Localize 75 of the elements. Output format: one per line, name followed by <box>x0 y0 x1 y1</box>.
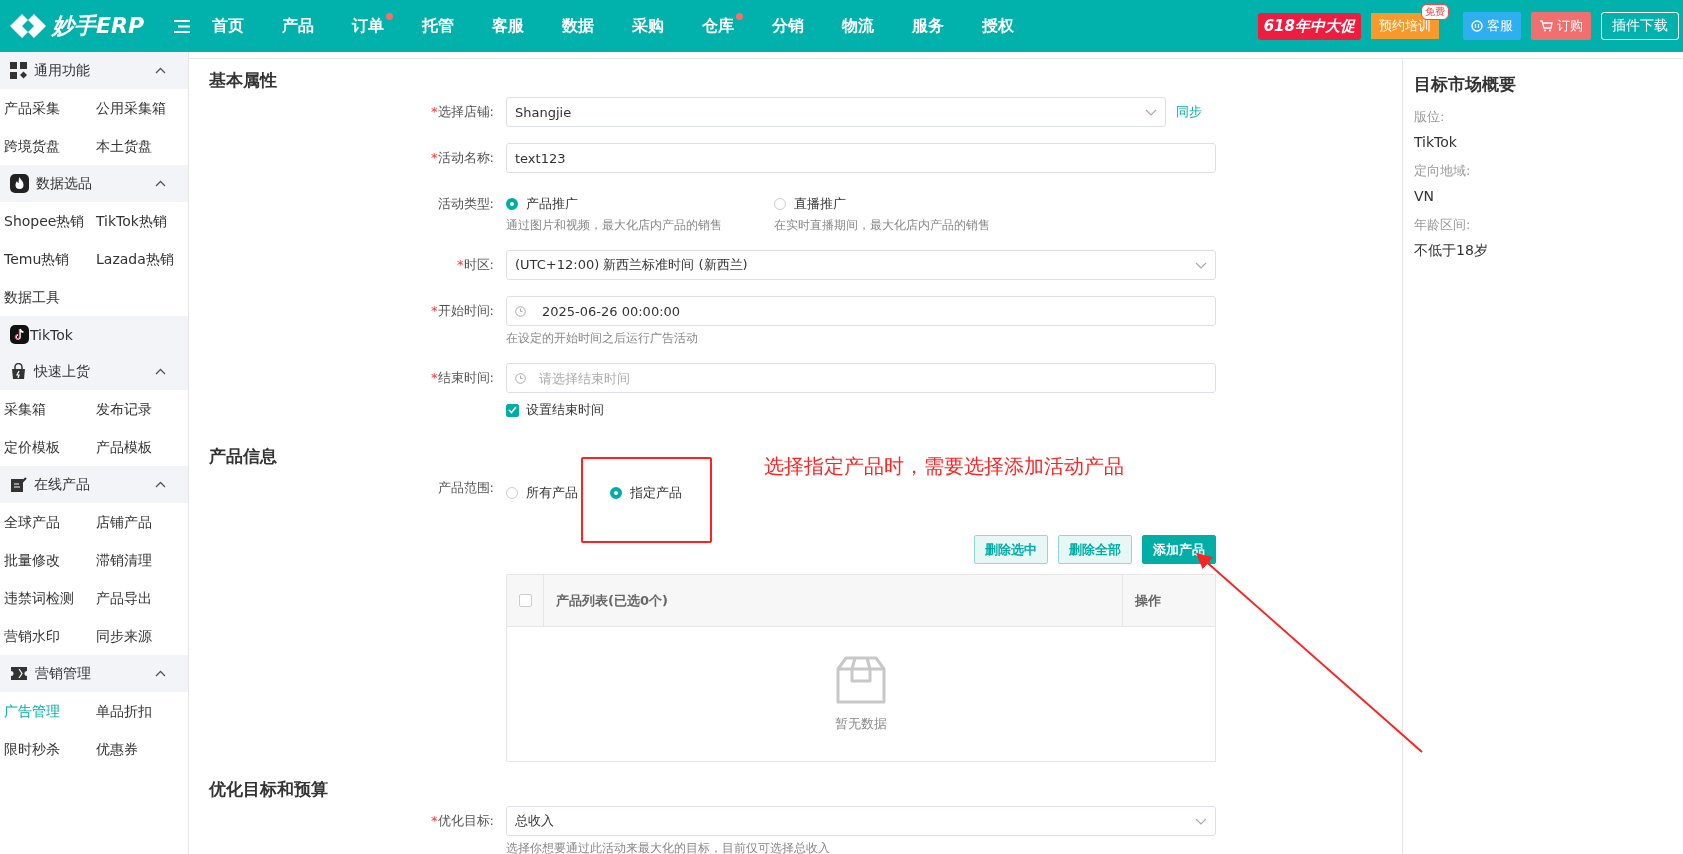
field-label: *活动名称: <box>430 149 495 167</box>
sidebar-section-header[interactable]: 在线产品 <box>0 466 188 503</box>
sidebar-section-header[interactable]: TikTok <box>0 316 188 353</box>
summary-value: 不低于18岁 <box>1414 242 1489 260</box>
goal-select[interactable]: 总收入 <box>506 806 1216 836</box>
field-label: *开始时间: <box>430 302 495 320</box>
start-time-field[interactable]: 2025-06-26 00:00:00 <box>506 296 1216 326</box>
sidebar-item[interactable]: Temu热销 <box>4 240 96 278</box>
summary-label: 年龄区间: <box>1414 216 1472 234</box>
sidebar-item[interactable]: 营销水印 <box>4 617 96 655</box>
help-text: 在实时直播期间，最大化店内产品的销售 <box>774 217 990 234</box>
sidebar-item[interactable]: 产品采集 <box>4 89 96 127</box>
sidebar-section-title: 数据选品 <box>36 174 92 193</box>
column-header: 操作 <box>1134 591 1162 610</box>
sidebar-item[interactable]: 限时秒杀 <box>4 730 96 768</box>
sidebar-item[interactable]: Shopee热销 <box>4 202 96 240</box>
summary-label: 定向地域: <box>1414 162 1472 180</box>
sidebar-item[interactable]: 采集箱 <box>4 390 96 428</box>
radio-option[interactable]: 直播推广 <box>774 196 846 212</box>
sidebar-item[interactable]: 批量修改 <box>4 541 96 579</box>
sidebar-item[interactable]: 本土货盘 <box>96 127 188 165</box>
field-label: 活动类型: <box>436 195 495 213</box>
field-label: *时区: <box>456 256 495 274</box>
sidebar-section-title: 在线产品 <box>34 475 90 494</box>
panel-title: 目标市场概要 <box>1414 73 1517 96</box>
section-title: 基本属性 <box>209 69 277 92</box>
summary-value: TikTok <box>1414 134 1458 150</box>
campaign-name-field[interactable]: text123 <box>506 143 1216 173</box>
field-label: *选择店铺: <box>430 103 495 121</box>
help-text: 选择你想要通过此活动来最大化的目标，目前仅可选择总收入 <box>506 840 831 854</box>
help-text: 在设定的开始时间之后运行广告活动 <box>506 330 699 347</box>
sidebar-item[interactable]: 产品导出 <box>96 579 188 617</box>
radio-option[interactable]: 指定产品 <box>610 485 682 501</box>
sidebar-item[interactable]: 违禁词检测 <box>4 579 96 617</box>
checkbox-label: 设置结束时间 <box>526 401 604 419</box>
column-header: 产品列表(已选0个) <box>544 575 1123 626</box>
sidebar-section-header[interactable]: 快速上货 <box>0 353 188 390</box>
sidebar-section-title: TikTok <box>30 326 73 343</box>
section-title: 产品信息 <box>209 445 277 468</box>
sidebar-item[interactable]: 滞销清理 <box>96 541 188 579</box>
sidebar-section-title: 通用功能 <box>34 61 90 80</box>
sidebar-item[interactable]: 发布记录 <box>96 390 188 428</box>
radio-option[interactable]: 所有产品 <box>506 485 578 501</box>
store-select[interactable]: Shangjie <box>506 97 1166 127</box>
sidebar-item[interactable]: 产品模板 <box>96 428 188 466</box>
annotation-text: 选择指定产品时，需要选择添加活动产品 <box>764 453 1124 480</box>
sidebar-section-header[interactable]: 通用功能 <box>0 52 188 89</box>
end-time-field[interactable]: 请选择结束时间 <box>506 363 1216 393</box>
sidebar-item[interactable]: 公用采集箱 <box>96 89 188 127</box>
help-text: 通过图片和视频，最大化店内产品的销售 <box>506 217 722 234</box>
sidebar-item[interactable]: 全球产品 <box>4 503 96 541</box>
free-badge: 免费 <box>1421 4 1449 20</box>
timezone-select[interactable]: (UTC+12:00) 新西兰标准时间 (新西兰) <box>506 250 1216 280</box>
section-title: 优化目标和预算 <box>209 778 328 801</box>
sidebar-item[interactable]: 店铺产品 <box>96 503 188 541</box>
promo-banner[interactable]: 618年中大促 <box>1257 12 1361 40</box>
sidebar-item[interactable]: Lazada热销 <box>96 240 188 278</box>
sidebar-section-header[interactable]: 数据选品 <box>0 165 188 202</box>
sidebar-section-header[interactable]: 营销管理 <box>0 655 188 692</box>
sidebar-section-title: 营销管理 <box>35 664 91 683</box>
summary-label: 版位: <box>1414 108 1446 126</box>
radio-option[interactable]: 产品推广 <box>506 196 578 212</box>
sidebar-item[interactable]: 数据工具 <box>4 278 96 316</box>
sidebar-item[interactable]: TikTok热销 <box>96 202 188 240</box>
sidebar-item[interactable]: 跨境货盘 <box>4 127 96 165</box>
sidebar-item[interactable]: 优惠券 <box>96 730 188 768</box>
summary-value: VN <box>1414 188 1436 204</box>
field-label: *优化目标: <box>430 812 495 830</box>
field-label: *结束时间: <box>430 369 495 387</box>
field-label: 产品范围: <box>436 479 495 497</box>
empty-text: 暂无数据 <box>835 715 887 733</box>
sidebar-item[interactable]: 单品折扣 <box>96 692 188 730</box>
sidebar-item[interactable]: 定价模板 <box>4 428 96 466</box>
sidebar-section-title: 快速上货 <box>34 362 90 381</box>
sidebar-item[interactable]: 同步来源 <box>96 617 188 655</box>
